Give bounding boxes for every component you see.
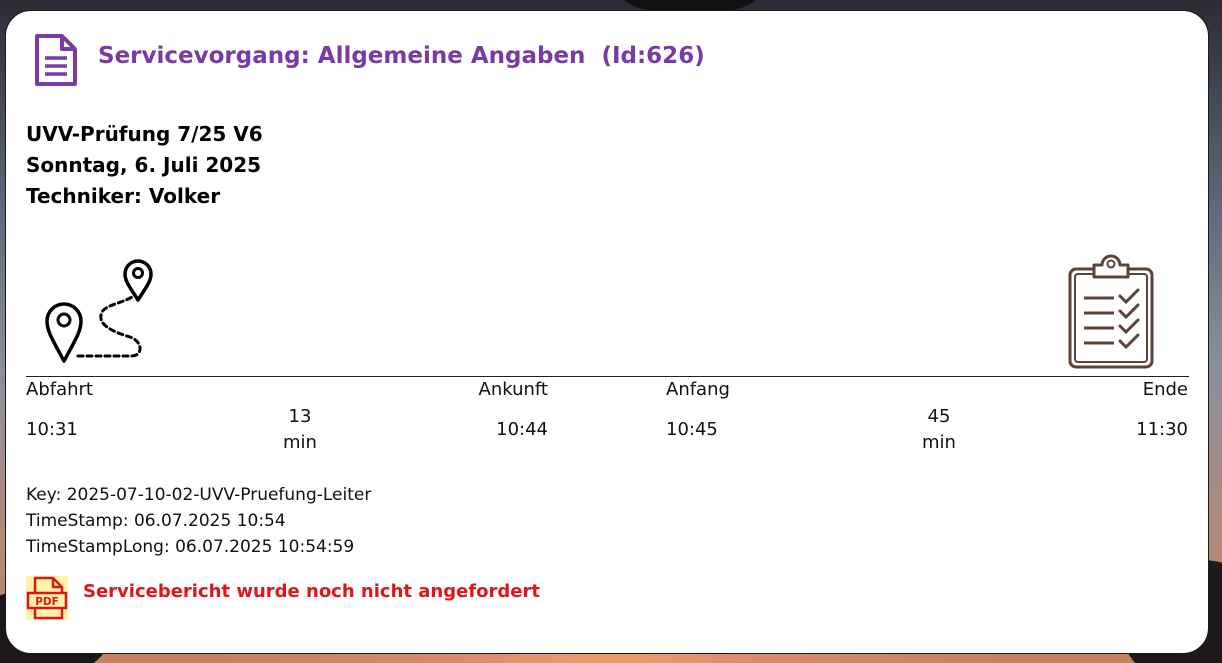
document-icon [35, 34, 77, 86]
svg-text:PDF: PDF [35, 596, 59, 608]
order-title: UVV-Prüfung 7/25 V6 [26, 122, 263, 146]
arrival-time: 10:44 [496, 419, 548, 440]
route-map-pins-icon [45, 259, 153, 363]
arrival-label: Ankunft [478, 379, 549, 400]
start-label: Anfang [666, 379, 730, 400]
work-duration: 45 min [915, 404, 963, 456]
meta-timestamp: TimeStamp: 06.07.2025 10:54 [26, 511, 286, 531]
start-time: 10:45 [666, 419, 718, 440]
end-label: Ende [1142, 379, 1188, 400]
meta-timestamp-long: TimeStampLong: 06.07.2025 10:54:59 [26, 537, 355, 557]
service-meta: Key: 2025-07-10-02-UVV-Pruefung-Leiter T… [26, 482, 371, 560]
work-duration-unit: min [922, 432, 956, 453]
timeline-divider [26, 376, 1189, 377]
report-status: PDF Servicebericht wurde noch nicht ange… [26, 576, 540, 620]
end-time: 11:30 [1136, 419, 1188, 440]
clipboard-checklist-icon [1068, 254, 1154, 369]
technician-name: Techniker: Volker [26, 184, 221, 208]
service-info: UVV-Prüfung 7/25 V6 Sonntag, 6. Juli 202… [26, 119, 263, 212]
pdf-file-icon[interactable]: PDF [26, 576, 68, 620]
work-duration-value: 45 [927, 406, 951, 427]
service-date: Sonntag, 6. Juli 2025 [26, 153, 262, 177]
page-title: Servicevorgang: Allgemeine Angaben (Id:6… [98, 43, 705, 69]
departure-time: 10:31 [26, 419, 78, 440]
departure-label: Abfahrt [26, 379, 93, 400]
travel-duration-value: 13 [288, 406, 312, 427]
meta-key: Key: 2025-07-10-02-UVV-Pruefung-Leiter [26, 485, 372, 505]
report-status-message: Servicebericht wurde noch nicht angeford… [83, 580, 540, 602]
travel-duration-unit: min [283, 432, 317, 453]
service-card: Servicevorgang: Allgemeine Angaben (Id:6… [5, 10, 1209, 654]
travel-duration: 13 min [276, 404, 324, 456]
card-header: Servicevorgang: Allgemeine Angaben (Id:6… [34, 33, 705, 87]
